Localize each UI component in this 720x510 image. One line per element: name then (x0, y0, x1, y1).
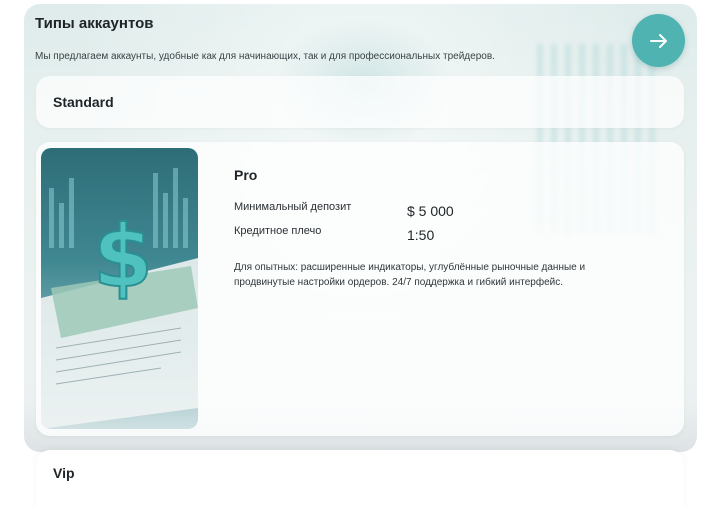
leverage-value: 1:50 (407, 227, 435, 243)
account-name-pro: Pro (234, 167, 258, 183)
account-card-vip[interactable]: Vip (36, 450, 684, 510)
min-deposit-label: Минимальный депозит (234, 201, 352, 213)
account-name-vip: Vip (53, 465, 75, 481)
min-deposit-value: $ 5 000 (407, 203, 454, 219)
account-name-standard: Standard (53, 94, 114, 110)
pro-account-illustration: $ (41, 148, 198, 429)
account-description: Для опытных: расширенные индикаторы, угл… (234, 262, 586, 288)
section-subtitle: Мы предлагаем аккаунты, удобные как для … (35, 51, 495, 62)
account-card-pro[interactable]: $ Pro Минимальный депозит $ 5 000 Кредит… (36, 142, 684, 436)
leverage-label: Кредитное плечо (234, 225, 322, 237)
dollar-sign-icon: $ (41, 168, 198, 429)
account-card-standard[interactable]: Standard (36, 76, 684, 128)
svg-text:$: $ (93, 207, 153, 307)
section-title: Типы аккаунтов (35, 15, 154, 32)
arrow-right-icon (649, 33, 667, 48)
next-button[interactable] (632, 14, 685, 67)
